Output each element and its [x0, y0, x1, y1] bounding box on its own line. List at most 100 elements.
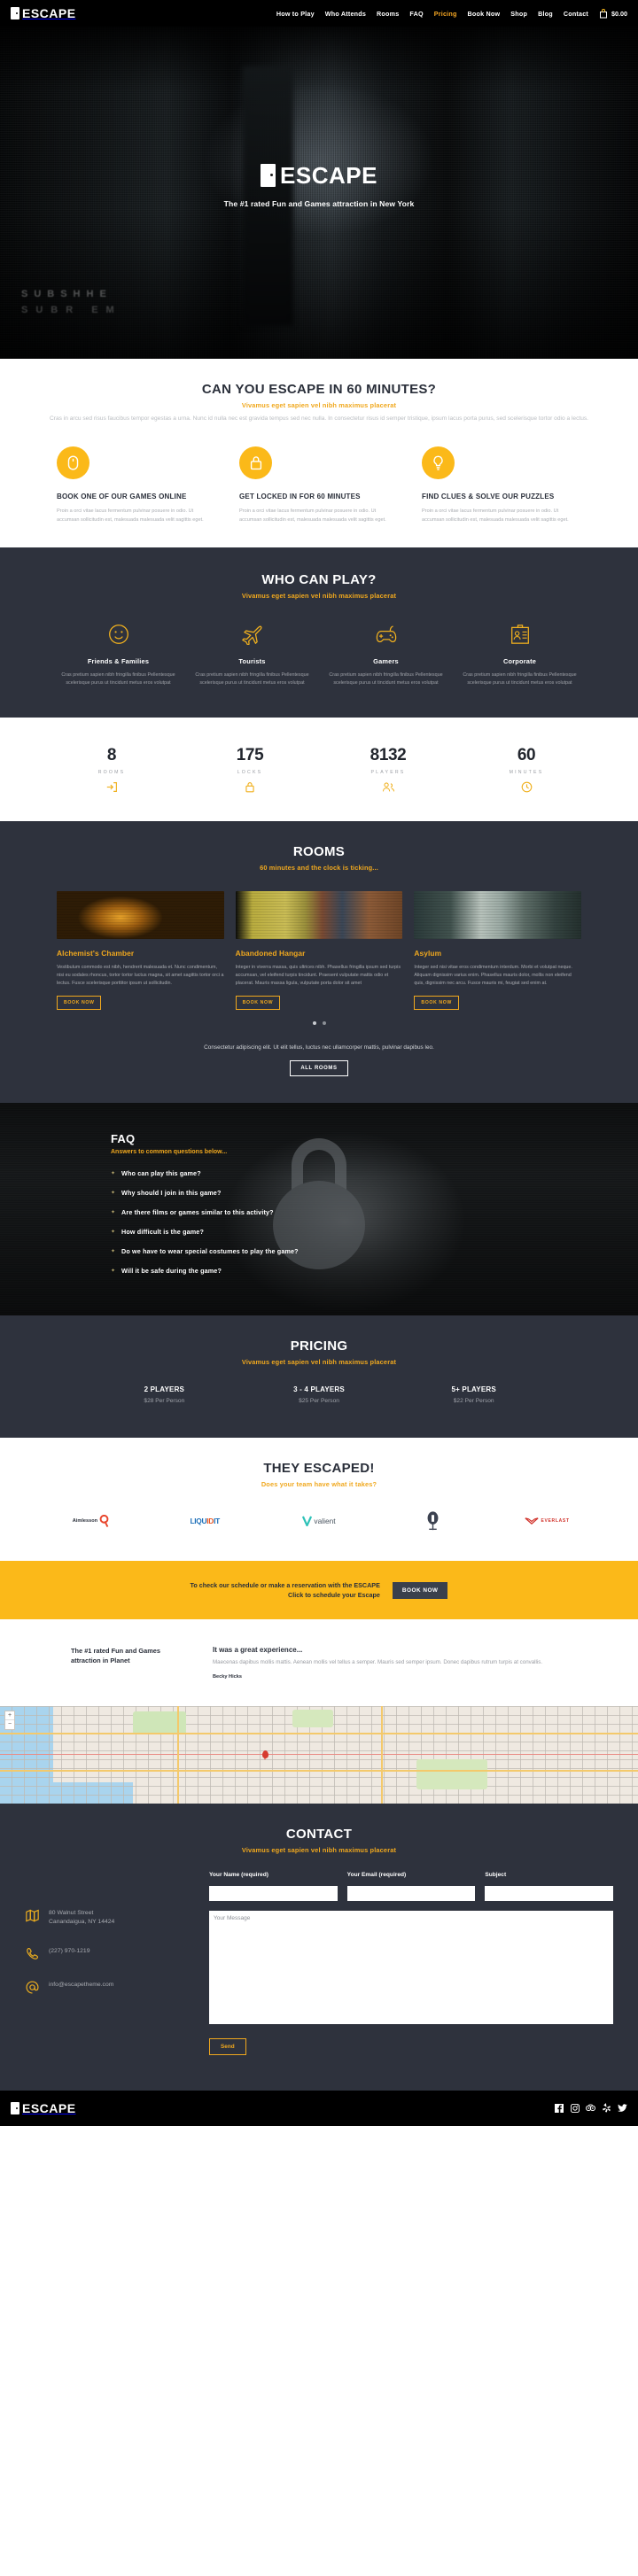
- map-major-road: [0, 1753, 638, 1756]
- room-book-now-button[interactable]: BOOK NOW: [414, 996, 459, 1010]
- who-can-play-heading: WHO CAN PLAY?: [261, 572, 377, 587]
- map-zoom-controls[interactable]: + −: [4, 1710, 15, 1730]
- audience-title: Friends & Families: [87, 657, 150, 665]
- lighthouse-logo: [376, 1508, 490, 1534]
- message-field[interactable]: [209, 1910, 613, 2024]
- logo-text: valient: [314, 1517, 336, 1525]
- map-park-area: [292, 1709, 333, 1727]
- carousel-dot-2[interactable]: [322, 1021, 326, 1025]
- feature-card: GET LOCKED IN FOR 60 MINUTES Proin a orc…: [239, 446, 399, 524]
- cta-line-2: Click to schedule your Escape: [288, 1591, 380, 1599]
- main-menu: How to Play Who Attends Rooms FAQ Pricin…: [276, 8, 627, 19]
- site-logo[interactable]: ESCAPE: [11, 6, 76, 20]
- room-book-now-button[interactable]: BOOK NOW: [235, 996, 281, 1010]
- social-links: [554, 2103, 627, 2113]
- hero-logo: ESCAPE: [224, 162, 415, 190]
- hero-subtitle: The #1 rated Fun and Games attraction in…: [223, 198, 415, 208]
- nav-item-shop[interactable]: Shop: [510, 10, 527, 18]
- room-image: [235, 891, 403, 939]
- contact-address: 80 Walnut Street Canandaigua, NY 14424: [25, 1909, 193, 1927]
- nav-item-contact[interactable]: Contact: [564, 10, 588, 18]
- nav-item-pricing[interactable]: Pricing: [434, 10, 457, 18]
- cta-line-1: To check our schedule or make a reservat…: [190, 1581, 380, 1589]
- pricing-subheading: Vivamus eget sapien vel nibh maximus pla…: [241, 1358, 397, 1366]
- people-icon: [319, 781, 457, 793]
- tripadvisor-icon[interactable]: [586, 2103, 595, 2113]
- carousel-pagination: [44, 1021, 594, 1025]
- address-line-2: Canandaigua, NY 14424: [49, 1918, 115, 1925]
- call-to-action-banner: To check our schedule or make a reservat…: [0, 1561, 638, 1619]
- subject-field[interactable]: [485, 1885, 614, 1901]
- map-location-pin[interactable]: [262, 1750, 268, 1760]
- testimonial-text: Maecenas dapibus mollis mattis. Aenean m…: [213, 1659, 543, 1665]
- nav-item-rooms[interactable]: Rooms: [377, 10, 399, 18]
- faq-list: ✦ Who can play this game? ✦ Why should I j…: [111, 1169, 299, 1275]
- room-title: Asylum: [414, 949, 442, 958]
- faq-item[interactable]: ✦ Will it be safe during the game?: [111, 1267, 299, 1275]
- door-icon: [261, 164, 276, 187]
- room-card[interactable]: Asylum Integer sed nisi vitae eros condi…: [414, 891, 582, 1010]
- faq-question: How difficult is the game?: [121, 1228, 204, 1236]
- tier-price: $25 Per Person: [299, 1398, 339, 1404]
- room-card[interactable]: Abandoned Hangar Integer in viverra mass…: [235, 891, 403, 1010]
- pricing-heading: PRICING: [290, 1338, 348, 1354]
- faq-item[interactable]: ✦ Who can play this game?: [111, 1169, 299, 1177]
- hero-banner: SUBSHHE SUBR EM ESCAPE The #1 rated Fun …: [0, 27, 638, 359]
- nav-item-blog[interactable]: Blog: [538, 10, 553, 18]
- zoom-out-button[interactable]: −: [5, 1720, 14, 1729]
- yelp-icon[interactable]: [602, 2103, 611, 2113]
- they-escaped-section: THEY ESCAPED! Does your team have what i…: [0, 1438, 638, 1561]
- top-navigation-bar: ESCAPE How to Play Who Attends Rooms FAQ…: [0, 0, 638, 27]
- nav-item-book-now[interactable]: Book Now: [468, 10, 501, 18]
- twitter-icon[interactable]: [618, 2103, 627, 2113]
- who-can-play-subheading: Vivamus eget sapien vel nibh maximus pla…: [241, 592, 397, 600]
- subject-field-label: Subject: [485, 1871, 507, 1878]
- all-rooms-button[interactable]: ALL ROOMS: [290, 1060, 348, 1076]
- stats-list: 8 ROOMS 175 LOCKS 8132 PLAYERS 60 MINUTE…: [0, 746, 638, 793]
- rooms-heading: ROOMS: [292, 844, 346, 859]
- testimonial-author: Becky Hicks: [213, 1673, 242, 1680]
- stat-item: 8 ROOMS: [43, 746, 181, 793]
- intro-body: Cras in arcu sed risus faucibus tempor e…: [49, 415, 589, 422]
- faq-question: Will it be safe during the game?: [121, 1267, 222, 1275]
- room-image: [414, 891, 582, 939]
- plus-icon: ✦: [111, 1230, 116, 1235]
- cta-book-now-button[interactable]: BOOK NOW: [392, 1581, 448, 1599]
- audience-text: Cras pretium sapien nibh fringilla finib…: [195, 672, 309, 686]
- room-text: Vestibulum commodo est nibh, hendrerit m…: [57, 965, 224, 986]
- footer-logo[interactable]: ESCAPE: [11, 2101, 76, 2115]
- nav-item-how-to-play[interactable]: How to Play: [276, 10, 315, 18]
- tier-title: 2 PLAYERS: [144, 1385, 185, 1393]
- facebook-icon[interactable]: [554, 2103, 564, 2113]
- room-title: Abandoned Hangar: [235, 949, 306, 958]
- room-image: [57, 891, 224, 939]
- nav-item-who-attends[interactable]: Who Attends: [325, 10, 366, 18]
- zoom-in-button[interactable]: +: [5, 1711, 14, 1720]
- faq-item[interactable]: ✦ Do we have to wear special costumes to …: [111, 1247, 299, 1255]
- room-card[interactable]: Alchemist's Chamber Vestibulum commodo e…: [57, 891, 224, 1010]
- faq-section: FAQ Answers to common questions below...…: [0, 1103, 638, 1315]
- map-highway: [177, 1705, 179, 1804]
- audience-card: Gamers Cras pretium sapien nibh fringill…: [324, 621, 447, 687]
- footer-brand-name: ESCAPE: [22, 2100, 76, 2115]
- send-button[interactable]: Send: [209, 2037, 246, 2055]
- faq-question: Why should I join in this game?: [121, 1189, 222, 1197]
- carousel-dot-1[interactable]: [312, 1021, 316, 1025]
- faq-item[interactable]: ✦ How difficult is the game?: [111, 1228, 299, 1236]
- feature-text: Proin a orci vitae lacus fermentum pulvi…: [422, 508, 569, 523]
- rooms-subheading: 60 minutes and the clock is ticking...: [260, 864, 378, 872]
- instagram-icon[interactable]: [570, 2103, 580, 2113]
- email-field[interactable]: [346, 1885, 476, 1901]
- name-field[interactable]: [209, 1885, 338, 1901]
- cart-widget[interactable]: $0.00: [599, 8, 627, 19]
- location-map[interactable]: + −: [0, 1705, 638, 1804]
- map-highway: [0, 1732, 638, 1734]
- room-book-now-button[interactable]: BOOK NOW: [57, 996, 102, 1010]
- rooms-section: ROOMS 60 minutes and the clock is tickin…: [0, 821, 638, 1103]
- faq-item[interactable]: ✦ Why should I join in this game?: [111, 1189, 299, 1197]
- stat-number: 60: [517, 746, 536, 764]
- contact-phone: (227) 970-1219: [25, 1947, 193, 1960]
- map-highway: [0, 1769, 638, 1772]
- nav-item-faq[interactable]: FAQ: [409, 10, 423, 18]
- faq-item[interactable]: ✦ Are there films or games similar to thi…: [111, 1208, 299, 1216]
